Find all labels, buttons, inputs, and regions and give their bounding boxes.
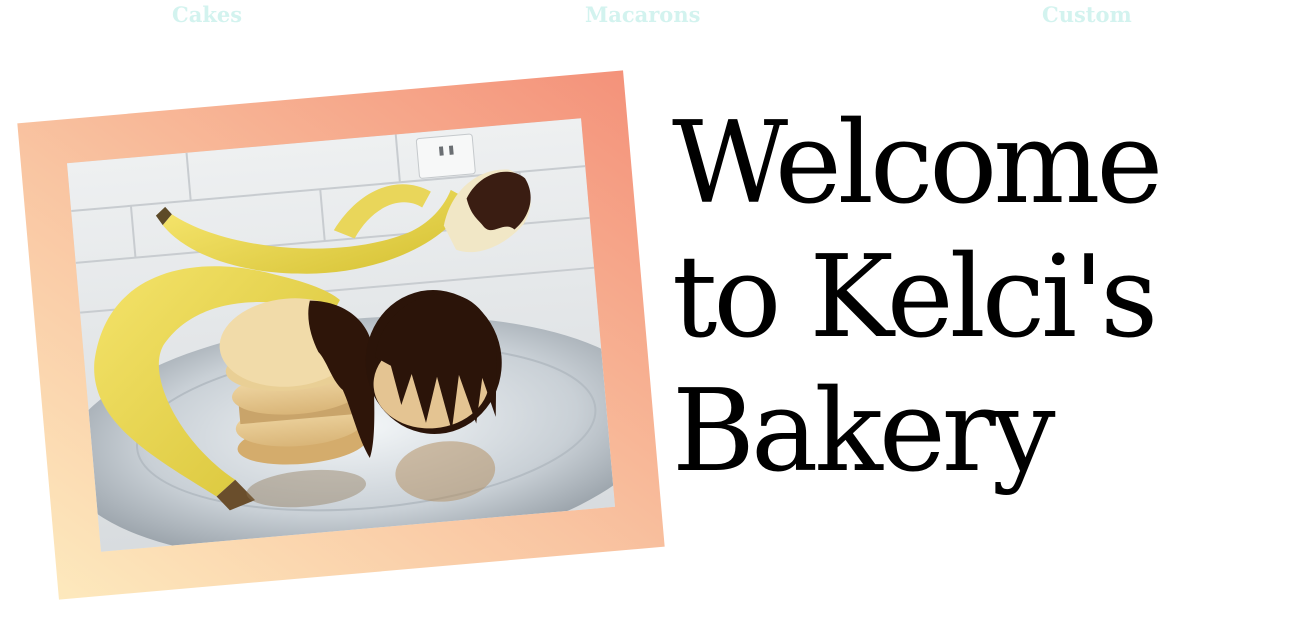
- hero-title-line-1: Welcome: [672, 97, 1163, 229]
- nav-link-custom[interactable]: Custom: [1042, 2, 1132, 27]
- nav-link-cakes[interactable]: Cakes: [172, 2, 242, 27]
- hero-title: Welcome to Kelci's Bakery: [672, 96, 1292, 498]
- nav-link-macarons[interactable]: Macarons: [585, 2, 700, 27]
- hero-photo-frame: [17, 70, 665, 600]
- hero-photo: [66, 118, 616, 552]
- macarons-and-bananas-illustration: [66, 118, 616, 552]
- top-navigation: Cakes Macarons Custom: [0, 0, 1303, 34]
- hero-title-line-3: Bakery: [672, 365, 1056, 497]
- hero-title-line-2: to Kelci's: [672, 231, 1158, 363]
